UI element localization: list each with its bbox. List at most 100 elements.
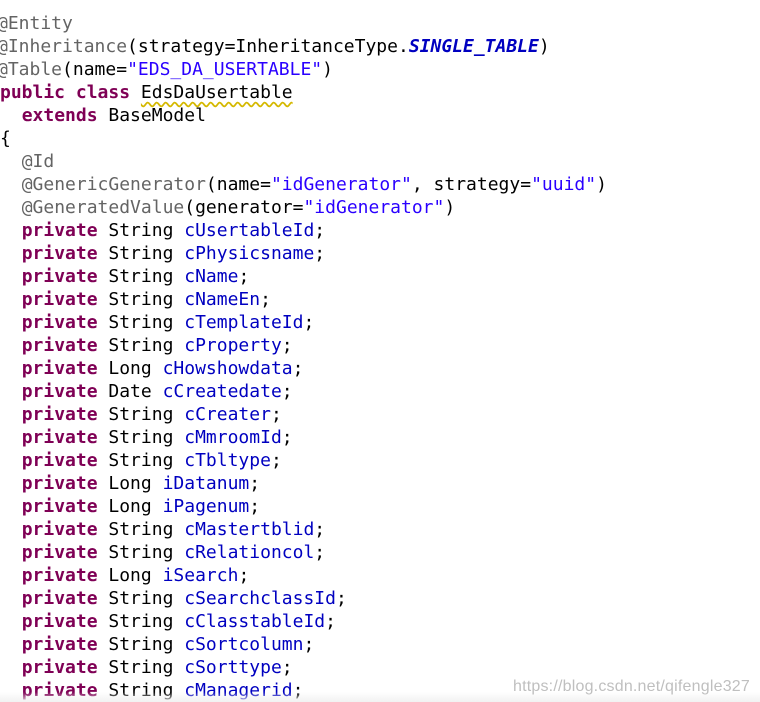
code-line[interactable]: private String cTbltype;	[0, 449, 760, 472]
keyword-token: class	[75, 82, 131, 103]
code-text-token: String	[97, 450, 185, 471]
keyword-token: private	[21, 335, 98, 356]
code-text-token: EdsDaUsertable	[140, 82, 293, 103]
code-text-token: String	[97, 519, 185, 540]
code-line[interactable]: private Long iPagenum;	[0, 495, 760, 518]
field-name-token: cTbltype	[184, 450, 271, 471]
code-line[interactable]: extends BaseModel	[0, 104, 760, 127]
code-text-token: )	[538, 36, 550, 57]
code-text-token: (name=	[205, 174, 271, 195]
enum-constant-token: SINGLE_TABLE	[408, 36, 539, 57]
code-line[interactable]: @Table(name="EDS_DA_USERTABLE")	[0, 58, 760, 81]
code-line[interactable]: private String cName;	[0, 265, 760, 288]
field-name-token: cHowshowdata	[162, 358, 293, 379]
code-line[interactable]: private Date cCreatedate;	[0, 380, 760, 403]
code-line[interactable]: private String cSortcolumn;	[0, 633, 760, 656]
code-text-token: ;	[314, 243, 326, 264]
field-name-token: cSortcolumn	[184, 634, 304, 655]
code-text-token: )	[444, 197, 456, 218]
keyword-token: private	[21, 542, 98, 563]
code-line[interactable]: @Id	[0, 150, 760, 173]
keyword-token: private	[21, 289, 98, 310]
keyword-token: private	[21, 680, 98, 701]
code-text-token: (generator=	[184, 197, 304, 218]
code-line[interactable]: private String cUsertableId;	[0, 219, 760, 242]
annotation-token: @GeneratedValue	[21, 197, 185, 218]
code-line[interactable]: @GeneratedValue(generator="idGenerator")	[0, 196, 760, 219]
field-name-token: iDatanum	[162, 473, 250, 494]
field-name-token: cCreater	[184, 404, 271, 425]
code-line[interactable]: {	[0, 127, 760, 150]
code-text-token: String	[97, 312, 185, 333]
code-text-token: Date	[97, 381, 163, 402]
keyword-token: private	[21, 220, 98, 241]
code-text-token: ;	[281, 657, 293, 678]
code-text-token: Long	[97, 473, 163, 494]
code-line[interactable]: private String cClasstableId;	[0, 610, 760, 633]
keyword-token: private	[21, 427, 98, 448]
code-text-token: (name=	[62, 59, 128, 80]
code-line[interactable]: private String cMastertblid;	[0, 518, 760, 541]
field-name-token: cSorttype	[184, 657, 282, 678]
code-line[interactable]: private Long iDatanum;	[0, 472, 760, 495]
code-line[interactable]: @Entity	[0, 12, 760, 35]
code-line[interactable]: private String cSearchclassId;	[0, 587, 760, 610]
field-name-token: cManagerid	[184, 680, 293, 701]
code-text-token: ;	[260, 289, 271, 310]
code-line[interactable]: private String cMmroomId;	[0, 426, 760, 449]
keyword-token: private	[21, 473, 98, 494]
code-line[interactable]: private String cCreater;	[0, 403, 760, 426]
code-line[interactable]: private String cRelationcol;	[0, 541, 760, 564]
code-text-token: Long	[97, 496, 163, 517]
code-editor[interactable]: @Entity @Inheritance(strategy=Inheritance…	[0, 12, 760, 702]
annotation-token: @Id	[21, 151, 55, 172]
code-line[interactable]: private String cPhysicsname;	[0, 242, 760, 265]
keyword-token: private	[21, 519, 98, 540]
code-line[interactable]: private String cSorttype;	[0, 656, 760, 679]
code-text-token: ;	[238, 565, 250, 586]
field-name-token: cCreatedate	[162, 381, 282, 402]
code-line[interactable]: private Long cHowshowdata;	[0, 357, 760, 380]
code-line[interactable]: private String cTemplateId;	[0, 311, 760, 334]
keyword-token: private	[21, 565, 98, 586]
code-text-token: Long	[97, 358, 163, 379]
field-name-token: cProperty	[184, 335, 282, 356]
code-text-token: String	[97, 634, 185, 655]
keyword-token: private	[21, 657, 98, 678]
code-line[interactable]: public class EdsDaUsertable	[0, 81, 760, 104]
code-text-token: ;	[270, 450, 282, 471]
code-text-token: String	[97, 335, 185, 356]
code-line[interactable]: private String cProperty;	[0, 334, 760, 357]
code-line[interactable]: @GenericGenerator(name="idGenerator", st…	[0, 173, 760, 196]
keyword-token: private	[21, 611, 98, 632]
annotation-token: @Inheritance	[0, 36, 128, 57]
code-text-token: ;	[325, 611, 336, 632]
annotation-token: @Table	[0, 59, 63, 80]
code-text-token: {	[0, 128, 11, 149]
field-name-token: cTemplateId	[184, 312, 304, 333]
keyword-token: public	[0, 82, 66, 103]
code-text-token: ;	[314, 519, 326, 540]
code-text-token: )	[596, 174, 607, 195]
code-line[interactable]: @Inheritance(strategy=InheritanceType.SI…	[0, 35, 760, 58]
field-name-token: cMmroomId	[184, 427, 282, 448]
code-text-token: String	[97, 657, 185, 678]
code-line[interactable]: private String cNameEn;	[0, 288, 760, 311]
code-line[interactable]: private Long iSearch;	[0, 564, 760, 587]
code-text-token: String	[97, 404, 185, 425]
